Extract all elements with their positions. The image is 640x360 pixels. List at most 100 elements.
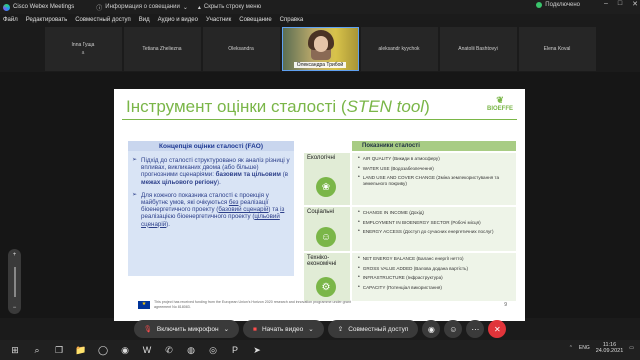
mute-button[interactable]: 🎙 Включить микрофон ⌄	[133, 320, 240, 338]
participant-tile[interactable]: Tetiana Zheliezna	[123, 27, 201, 71]
clock-date: 24.09.2021	[595, 348, 624, 354]
minimize-icon[interactable]: –	[604, 0, 608, 8]
concept-bullets: ➢ Підхід до сталості структуровано як ан…	[132, 157, 290, 234]
windows-start-icon[interactable]: ⊞	[8, 343, 22, 357]
close-icon[interactable]: ✕	[632, 0, 638, 8]
table-row: Соціальні ☺ • CHANGE IN INCOME (Дохід) • E…	[304, 207, 516, 251]
list-item: • INFRASTRUCTURE (Інфраструктура)	[358, 274, 443, 280]
list-item: • CAPACITY (Потенціал використання)	[358, 283, 442, 290]
slide-title-italic: STEN tool	[346, 97, 425, 116]
mic-muted-icon: 🎙	[143, 326, 152, 333]
connection-label: Подключено	[545, 2, 580, 8]
windows-taskbar: ⊞ ⌕ ❐ 📁 ◯ ◉ W ✆ ◍ ◎ P ➤ ⌃ ENG 11:16 24.0…	[0, 340, 640, 360]
webex-icon[interactable]: ◍	[184, 343, 198, 357]
hide-menu-bar-button[interactable]: ▴ Скрыть строку меню	[198, 4, 261, 11]
participant-tile[interactable]: Anatolii Bashtovyi	[439, 27, 517, 71]
title-bar: Cisco Webex Meetings ⓘ Информация о сове…	[0, 0, 640, 14]
more-options-button[interactable]: ⋯	[466, 320, 485, 338]
table-row: Екологічні ❀ • AIR QUALITY (Викиди в атмо…	[304, 153, 516, 205]
close-icon: ✕	[494, 324, 501, 334]
search-icon[interactable]: ⌕	[30, 343, 44, 357]
person-face	[313, 36, 328, 52]
menu-meeting[interactable]: Совещание	[239, 17, 271, 23]
maximize-icon[interactable]: □	[618, 0, 622, 8]
shared-content-area: Інструмент оцінки сталості (STEN tool) ❦…	[0, 72, 640, 321]
task-view-icon[interactable]: ❐	[52, 343, 66, 357]
opera-icon[interactable]: ◯	[96, 343, 110, 357]
viber-icon[interactable]: ✆	[162, 343, 176, 357]
meeting-info-label: Информация о совещании	[105, 4, 180, 10]
participant-tile[interactable]: Elena Koval	[518, 27, 596, 71]
meeting-info-button[interactable]: ⓘ Информация о совещании ⌄	[96, 3, 188, 12]
menu-edit[interactable]: Редактировать	[26, 17, 67, 23]
chrome-icon[interactable]: ◎	[206, 343, 220, 357]
share-icon: ⇪	[337, 326, 344, 333]
menu-help[interactable]: Справка	[280, 17, 304, 23]
title-divider	[122, 119, 517, 120]
menu-file[interactable]: Файл	[3, 17, 18, 23]
participant-video-tile[interactable]: Олександра Трибой	[281, 27, 359, 71]
clock[interactable]: 11:16 24.09.2021	[596, 342, 624, 354]
leaf-icon: ❀	[316, 177, 336, 197]
participant-tile[interactable]: Oleksandra	[202, 27, 280, 71]
menu-bar: Файл Редактировать Совместный доступ Вид…	[0, 14, 640, 26]
leaf-icon: ❦	[496, 95, 504, 105]
menu-view[interactable]: Вид	[139, 17, 150, 23]
participant-tile[interactable]: aleksandr kyychok	[360, 27, 438, 71]
indicator-list: • CHANGE IN INCOME (Дохід) • EMPLOYMENT IN…	[352, 207, 516, 251]
eu-flag-icon: ★	[138, 300, 150, 309]
word-icon[interactable]: W	[140, 343, 154, 357]
zoom-out-icon[interactable]: −	[13, 305, 17, 311]
file-explorer-icon[interactable]: 📁	[74, 343, 88, 357]
indicator-list: • NET ENERGY BALANCE (Баланс енергії нетт…	[352, 253, 516, 301]
menu-audio-video[interactable]: Аудио и видео	[158, 17, 198, 23]
concept-panel: Концепція оцінки сталості (FAO) ➢ Підхід…	[128, 141, 294, 276]
list-item: • ENERGY ACCESS (Доступ до сучасних енерг…	[358, 228, 494, 234]
webex-logo-icon	[3, 3, 10, 11]
brand-name: BIOEFFE	[486, 106, 513, 112]
meeting-controls: 🎙 Включить микрофон ⌄ ■ Начать видео ⌄ ⇪…	[0, 318, 640, 340]
firefox-icon[interactable]: ◉	[118, 343, 132, 357]
economy-icon: ⚙	[316, 277, 336, 297]
notifications-icon[interactable]: ▭	[629, 345, 634, 351]
zoom-in-icon[interactable]: +	[13, 252, 17, 258]
slide-page-number: 9	[504, 302, 507, 308]
presentation-slide: Інструмент оцінки сталості (STEN tool) ❦…	[114, 89, 525, 321]
app-title: Cisco Webex Meetings	[0, 3, 74, 11]
connection-status[interactable]: Подключено	[536, 2, 580, 8]
end-meeting-button[interactable]: ✕	[488, 320, 507, 338]
info-icon: ⓘ	[96, 5, 103, 12]
record-button[interactable]: ◉	[422, 320, 441, 338]
menu-participant[interactable]: Участник	[206, 17, 231, 23]
network-icon[interactable]: ⌃	[569, 345, 573, 351]
zoom-track[interactable]	[13, 266, 16, 297]
hide-bar-icon: ▴	[197, 4, 201, 11]
list-item: • GROSS VALUE ADDED (Валова додана вартіс…	[358, 264, 468, 271]
participants-button[interactable]: ☺	[444, 320, 463, 338]
menu-share[interactable]: Совместный доступ	[75, 17, 131, 23]
record-icon: ◉	[427, 324, 435, 334]
chevron-down-icon: ⌄	[182, 4, 188, 11]
participant-name: Tetiana Zheliezna	[142, 46, 182, 52]
powerpoint-icon[interactable]: P	[228, 343, 242, 357]
share-button[interactable]: ⇪ Совместный доступ	[327, 320, 419, 338]
telegram-icon[interactable]: ➤	[250, 343, 264, 357]
category-label: Екологічні	[307, 155, 336, 161]
video-button[interactable]: ■ Начать видео ⌄	[243, 320, 324, 338]
participant-name: aleksandr kyychok	[378, 46, 420, 52]
people-icon: ☺	[316, 227, 336, 247]
language-indicator[interactable]: ENG	[579, 345, 590, 351]
participant-name: Elena Koval	[543, 46, 571, 52]
list-item: • WATER USE (Водозабезпечення)	[358, 164, 434, 171]
bullet-item: ➢ Для кожного показника сталості є проек…	[132, 192, 290, 228]
zoom-slider[interactable]: + −	[8, 249, 21, 314]
chevron-down-icon: ⌄	[308, 326, 314, 333]
window-controls: – □ ✕	[604, 0, 638, 8]
slide-title-end: )	[424, 97, 430, 116]
participant-tile[interactable]: Inna Гуща a	[44, 27, 122, 71]
share-label: Совместный доступ	[348, 325, 409, 333]
hide-bar-label: Скрыть строку меню	[203, 4, 262, 10]
list-item: • NET ENERGY BALANCE (Баланс енергії нетт…	[358, 255, 464, 261]
participant-sub: a	[81, 50, 85, 56]
list-item: • CHANGE IN INCOME (Дохід)	[358, 209, 424, 215]
